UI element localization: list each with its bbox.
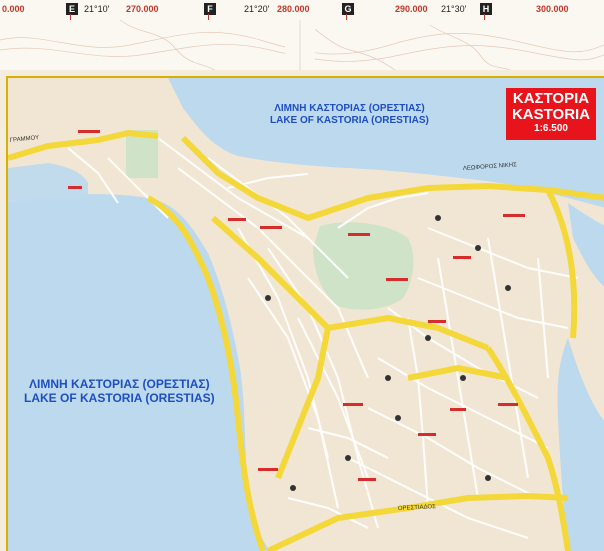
grid-letter-h: H [480, 3, 492, 15]
lake-label-north: ΛΙΜΝΗ ΚΑΣΤΟΡΙΑΣ (ΟΡΕΣΤΙΑΣ) LAKE OF KASTO… [270, 103, 429, 127]
landmark-marker [453, 256, 471, 259]
church-icon [485, 475, 491, 481]
lake-name-latin: LAKE OF KASTORIA (ORESTIAS) [24, 391, 215, 405]
landmark-marker [450, 408, 466, 411]
grid-letter-g: G [342, 3, 354, 15]
grid-ruler: 0.000 E 21°10' 270.000 F 21°20' 280.000 … [0, 0, 604, 20]
church-icon [290, 485, 296, 491]
map-scale: 1:6.500 [534, 123, 568, 134]
longitude-label: 21°20' [244, 4, 270, 14]
landmark-marker [228, 218, 246, 221]
landmark-marker [503, 214, 525, 217]
easting-label: 300.000 [536, 4, 569, 14]
church-icon [385, 375, 391, 381]
landmark-marker [260, 226, 282, 229]
lake-label-south: ΛΙΜΝΗ ΚΑΣΤΟΡΙΑΣ (ΟΡΕΣΤΙΑΣ) LAKE OF KASTO… [24, 377, 215, 405]
church-icon [460, 375, 466, 381]
lake-name-greek: ΛΙΜΝΗ ΚΑΣΤΟΡΙΑΣ (ΟΡΕΣΤΙΑΣ) [274, 103, 425, 114]
landmark-marker [386, 278, 408, 281]
landmark-marker [258, 468, 278, 471]
landmark-marker [358, 478, 376, 481]
landmark-marker [498, 403, 518, 406]
grid-letter-f: F [204, 3, 216, 15]
easting-label: 290.000 [395, 4, 428, 14]
landmark-marker [428, 320, 446, 323]
city-map[interactable]: ΛΕΩΦΟΡΟΣ ΝΙΚΗΣ ΟΡΕΣΤΙΑΔΟΣ ΓΡΑΜΜΟΥ [6, 76, 604, 551]
landmark-marker [68, 186, 82, 189]
map-canvas[interactable]: ΛΕΩΦΟΡΟΣ ΝΙΚΗΣ ΟΡΕΣΤΙΑΔΟΣ ΓΡΑΜΜΟΥ [8, 78, 604, 551]
longitude-label: 21°10' [84, 4, 110, 14]
landmark-marker [418, 433, 436, 436]
topographic-inset-strip: 0.000 E 21°10' 270.000 F 21°20' 280.000 … [0, 0, 604, 70]
church-icon [425, 335, 431, 341]
longitude-label: 21°30' [441, 4, 467, 14]
easting-label: 280.000 [277, 4, 310, 14]
church-icon [475, 245, 481, 251]
church-icon [505, 285, 511, 291]
landmark-marker [348, 233, 370, 236]
landmark-marker [343, 403, 363, 406]
grid-letter-e: E [66, 3, 78, 15]
church-icon [435, 215, 441, 221]
map-title-latin: KASTORIA [511, 106, 591, 123]
easting-label: 270.000 [126, 4, 159, 14]
easting-label: 0.000 [2, 4, 25, 14]
lake-name-greek: ΛΙΜΝΗ ΚΑΣΤΟΡΙΑΣ (ΟΡΕΣΤΙΑΣ) [29, 377, 210, 391]
map-title-box: ΚΑΣΤΟΡΙΑ KASTORIA 1:6.500 [506, 88, 596, 140]
map-title-greek: ΚΑΣΤΟΡΙΑ [512, 90, 590, 107]
lake-name-latin: LAKE OF KASTORIA (ORESTIAS) [270, 115, 429, 126]
church-icon [395, 415, 401, 421]
church-icon [345, 455, 351, 461]
church-icon [265, 295, 271, 301]
landmark-marker [78, 130, 100, 133]
